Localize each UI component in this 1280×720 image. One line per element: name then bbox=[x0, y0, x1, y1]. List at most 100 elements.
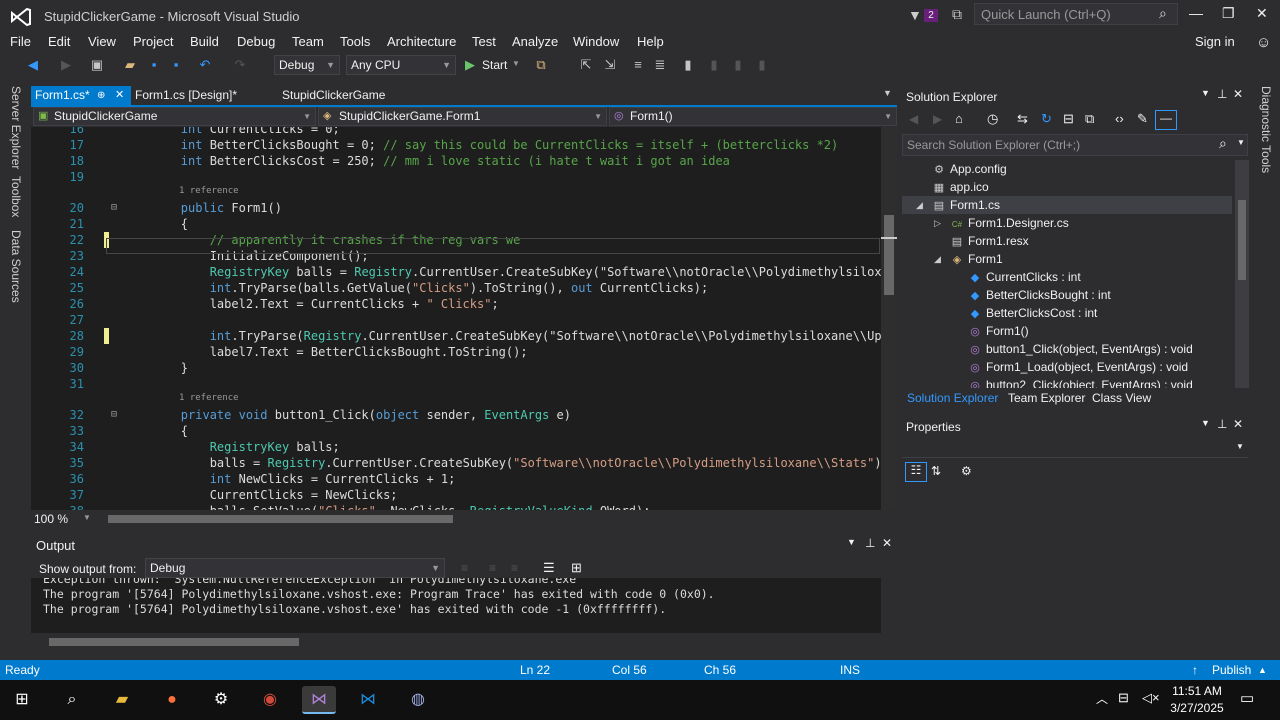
expander-icon[interactable]: ◢ bbox=[934, 250, 941, 268]
code-line[interactable]: 33 { bbox=[31, 423, 881, 439]
tab-solution-explorer[interactable]: Solution Explorer bbox=[907, 391, 998, 405]
publish-icon[interactable]: ↑ bbox=[1192, 660, 1198, 680]
tab-overflow-icon[interactable]: ▼ bbox=[883, 88, 892, 98]
close-panel-icon[interactable]: ✕ bbox=[1233, 87, 1243, 101]
tree-item[interactable]: ◎ button2_Click(object, EventArgs) : void bbox=[968, 376, 1193, 388]
tree-item[interactable]: ◆ BetterClicksBought : int bbox=[968, 286, 1111, 304]
prev-bookmark-icon[interactable]: ▮ bbox=[706, 57, 722, 73]
code-line[interactable]: 30 } bbox=[31, 360, 881, 376]
new-project-icon[interactable]: ▣ bbox=[89, 57, 105, 73]
restore-button[interactable]: ❐ bbox=[1222, 5, 1235, 22]
output-hscroll-thumb[interactable] bbox=[49, 638, 299, 646]
publish-button[interactable]: Publish bbox=[1212, 660, 1251, 680]
menu-edit[interactable]: Edit bbox=[48, 34, 70, 49]
tab-form1-design[interactable]: Form1.cs [Design]* bbox=[131, 86, 271, 106]
toolbox-tab[interactable]: Toolbox bbox=[9, 176, 23, 217]
sync-icon[interactable]: ⇆ bbox=[1017, 111, 1028, 127]
feedback-icon[interactable]: ⧉ bbox=[952, 6, 962, 23]
tree-item[interactable]: ◎ button1_Click(object, EventArgs) : void bbox=[968, 340, 1193, 358]
code-line[interactable]: 38 balls.SetValue("Clicks", NewClicks, R… bbox=[31, 503, 881, 510]
network-icon[interactable]: ⊟ bbox=[1118, 690, 1129, 706]
tree-item[interactable]: ◎ Form1() bbox=[968, 322, 1028, 340]
categorized-icon[interactable]: ☷ bbox=[905, 462, 927, 482]
tree-scrollbar[interactable] bbox=[1235, 160, 1249, 388]
tab-form1-cs[interactable]: Form1.cs* ⊕ ✕ bbox=[31, 86, 131, 106]
collapse-region-icon[interactable]: ⊟ bbox=[111, 200, 117, 216]
pin-icon[interactable]: ⊕ bbox=[97, 86, 105, 105]
uncomment-icon[interactable]: ≣ bbox=[652, 57, 668, 73]
menu-view[interactable]: View bbox=[88, 34, 116, 49]
tree-item[interactable]: ▤ Form1.resx bbox=[950, 232, 1029, 250]
file-explorer-icon[interactable]: ▰ bbox=[108, 686, 136, 714]
object-select[interactable]: ▼ bbox=[902, 440, 1248, 458]
tree-item[interactable]: ◢ ◈ Form1 bbox=[934, 250, 1003, 268]
code-line[interactable]: 19 bbox=[31, 169, 881, 185]
code-line[interactable]: 26 label2.Text = CurrentClicks + " Click… bbox=[31, 296, 881, 312]
step-over-icon[interactable]: ⇲ bbox=[602, 57, 618, 73]
search-icon[interactable]: ⌕ bbox=[58, 686, 86, 714]
volume-muted-icon[interactable]: ◁× bbox=[1142, 690, 1160, 706]
comment-icon[interactable]: ≡ bbox=[630, 57, 646, 73]
output-hscroll[interactable] bbox=[31, 634, 897, 650]
redo-icon[interactable]: ↷ bbox=[232, 57, 248, 73]
expander-icon[interactable]: ▷ bbox=[934, 214, 941, 232]
pin-icon[interactable]: ⊥ bbox=[1217, 417, 1227, 431]
window-position-icon[interactable]: ▼ bbox=[1201, 418, 1210, 428]
notifications-icon[interactable]: ▭ bbox=[1240, 689, 1254, 707]
start-button[interactable]: ▶ Start ▼ bbox=[462, 55, 524, 75]
output-text[interactable]: Exception thrown: 'System.NullReferenceE… bbox=[31, 578, 881, 633]
menu-analyze[interactable]: Analyze bbox=[512, 34, 558, 49]
code-line[interactable]: 36 int NewClicks = CurrentClicks + 1; bbox=[31, 471, 881, 487]
tree-item[interactable]: ▷ C# Form1.Designer.cs bbox=[934, 214, 1069, 232]
codelens-reference[interactable]: 1 reference bbox=[179, 186, 239, 198]
diagnostic-tools-tab[interactable]: Diagnostic Tools bbox=[1259, 86, 1273, 173]
forward-icon[interactable]: ▶ bbox=[58, 57, 74, 73]
code-line[interactable]: 32 private void button1_Click(object sen… bbox=[31, 407, 881, 423]
refresh-icon[interactable]: ↻ bbox=[1041, 111, 1052, 127]
bookmark-icon[interactable]: ▮ bbox=[680, 57, 696, 73]
data-sources-tab[interactable]: Data Sources bbox=[9, 230, 23, 303]
menu-architecture[interactable]: Architecture bbox=[387, 34, 456, 49]
menu-team[interactable]: Team bbox=[292, 34, 324, 49]
collapse-all-icon[interactable]: ⊟ bbox=[1063, 111, 1074, 127]
quick-launch-input[interactable]: Quick Launch (Ctrl+Q) ⌕ bbox=[974, 3, 1178, 25]
tray-chevron-icon[interactable]: ︿ bbox=[1096, 690, 1108, 707]
visual-studio-taskbar-icon[interactable]: ⋈ bbox=[302, 686, 336, 714]
find-message-icon[interactable]: ≡ bbox=[461, 561, 468, 575]
scroll-thumb[interactable] bbox=[884, 215, 894, 295]
tab-stupidclickergame[interactable]: StupidClickerGame bbox=[278, 86, 418, 106]
close-tab-icon[interactable]: ✕ bbox=[115, 86, 124, 105]
code-line[interactable]: 24 RegistryKey balls = Registry.CurrentU… bbox=[31, 264, 897, 280]
code-line[interactable]: 18 int BetterClicksCost = 250; // mm i l… bbox=[31, 153, 881, 169]
notification-badge[interactable]: 2 bbox=[924, 9, 938, 22]
home-icon[interactable]: ⌂ bbox=[955, 111, 963, 126]
mono-develop-icon[interactable]: ⋈ bbox=[354, 686, 382, 714]
save-icon[interactable]: ▪ bbox=[146, 57, 162, 73]
tree-item[interactable]: ◎ Form1_Load(object, EventArgs) : void bbox=[968, 358, 1188, 376]
output-source-select[interactable]: Debug ▼ bbox=[145, 558, 445, 578]
windows-start-icon[interactable]: ⊞ bbox=[8, 686, 36, 714]
menu-build[interactable]: Build bbox=[190, 34, 219, 49]
code-line[interactable]: 21 { bbox=[31, 216, 881, 232]
property-pages-icon[interactable]: ⚙ bbox=[961, 464, 972, 478]
code-line[interactable]: 31 bbox=[31, 376, 881, 392]
preview-selected-icon[interactable]: — bbox=[1155, 110, 1177, 130]
view-code-icon[interactable]: ‹› bbox=[1115, 111, 1124, 126]
tree-scroll-thumb[interactable] bbox=[1238, 200, 1246, 280]
window-position-icon[interactable]: ▼ bbox=[1201, 88, 1210, 98]
code-line[interactable]: 27 bbox=[31, 312, 881, 328]
collapse-region-icon[interactable]: ⊟ bbox=[111, 407, 117, 423]
menu-debug[interactable]: Debug bbox=[237, 34, 275, 49]
code-line[interactable]: 16 int CurrentClicks = 0; bbox=[31, 127, 881, 137]
sign-in-link[interactable]: Sign in bbox=[1195, 34, 1235, 49]
class-dropdown[interactable]: ◈ StupidClickerGame.Form1 ▼ bbox=[318, 107, 607, 126]
clock-date[interactable]: 3/27/2025 bbox=[1166, 701, 1228, 715]
save-all-icon[interactable]: ▪ bbox=[168, 57, 184, 73]
menu-project[interactable]: Project bbox=[133, 34, 173, 49]
step-icon[interactable]: ⇱ bbox=[578, 57, 594, 73]
solution-platform-select[interactable]: Any CPU ▼ bbox=[346, 55, 456, 75]
properties-icon[interactable]: ✎ bbox=[1137, 111, 1148, 127]
server-explorer-tab[interactable]: Server Explorer bbox=[9, 86, 23, 169]
tree-item[interactable]: ◆ BetterClicksCost : int bbox=[968, 304, 1098, 322]
browse-icon[interactable]: ⧉ bbox=[533, 57, 549, 73]
